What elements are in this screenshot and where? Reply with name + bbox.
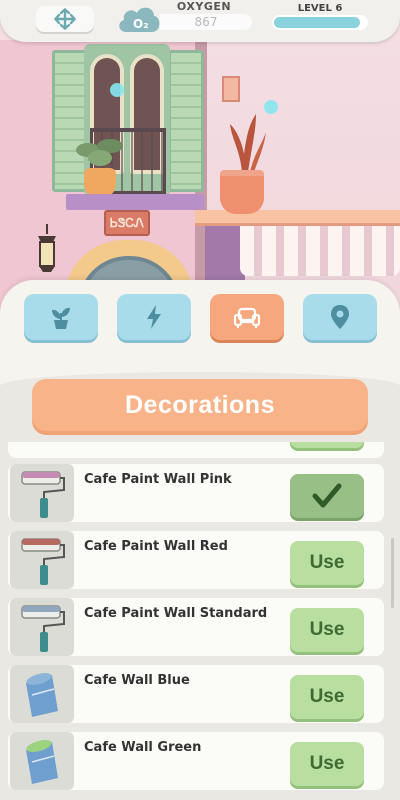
tab-locations[interactable] [303, 294, 377, 340]
item-icon-box [10, 531, 74, 589]
item-icon-box [10, 732, 74, 790]
list-item: Cafe Wall Green Use [8, 732, 384, 790]
paint-roller-standard-icon [21, 605, 65, 652]
list-item-partial [8, 442, 384, 458]
level-progress-fill [274, 17, 360, 28]
paint-roller-red-icon [21, 538, 65, 585]
selected-check-button[interactable] [290, 474, 364, 518]
item-name: Cafe Paint Wall Red [84, 539, 228, 554]
shop-sign: ᏏᏕᏟᏁ [104, 210, 150, 236]
list-item: Cafe Wall Blue Use [8, 665, 384, 723]
potted-plant-icon [52, 307, 70, 329]
decoration-list[interactable]: Cafe Paint Wall Pink Cafe Paint Wall Red… [0, 442, 400, 800]
awning-bar [195, 210, 400, 226]
item-name: Cafe Paint Wall Pink [84, 472, 232, 487]
right-plant-pot[interactable] [220, 170, 264, 214]
left-plant-decoration[interactable] [74, 132, 126, 172]
wall-lamp-icon[interactable] [34, 224, 60, 278]
map-pin-icon [331, 305, 349, 329]
use-button-label: Use [309, 686, 345, 707]
right-shutter [168, 50, 204, 192]
tab-decorations[interactable] [210, 294, 284, 340]
move-mode-button[interactable] [36, 6, 94, 32]
level-label: LEVEL 6 [297, 3, 343, 14]
paint-roller-pink-icon [21, 471, 65, 518]
striped-awning[interactable] [240, 226, 400, 276]
svg-text:O₂: O₂ [133, 17, 148, 31]
shop-panel: Decorations Cafe Paint Wall Pink Cafe Pa… [0, 280, 400, 800]
lightning-icon [147, 305, 161, 329]
oxygen-bubble-icon[interactable] [110, 83, 124, 97]
item-icon-box [10, 665, 74, 723]
category-title: Decorations [125, 390, 275, 419]
item-icon-box [10, 464, 74, 522]
item-name: Cafe Wall Blue [84, 673, 190, 688]
use-button[interactable]: Use [290, 541, 364, 585]
item-name: Cafe Wall Green [84, 740, 202, 755]
right-plant-decoration[interactable] [222, 110, 268, 172]
list-item: Cafe Paint Wall Pink [8, 464, 384, 522]
use-button-label: Use [309, 753, 345, 774]
use-button[interactable]: Use [290, 675, 364, 719]
use-button-label: Use [309, 619, 345, 640]
item-icon-box [10, 598, 74, 656]
item-name: Cafe Paint Wall Standard [84, 606, 268, 621]
use-button[interactable]: Use [290, 742, 364, 786]
list-item: Cafe Paint Wall Red Use [8, 531, 384, 589]
level-progress-bar [272, 15, 368, 30]
tab-plants[interactable] [24, 294, 98, 340]
move-arrows-icon [54, 8, 76, 30]
wall-picture-frame[interactable] [222, 76, 240, 102]
tab-energy[interactable] [117, 294, 191, 340]
balcony-ledge [66, 194, 204, 210]
paint-bucket-blue-icon [26, 673, 58, 717]
category-tabs [24, 294, 378, 340]
oxygen-value: 867 [160, 14, 252, 30]
list-item: Cafe Paint Wall Standard Use [8, 598, 384, 656]
oxygen-label: OXYGEN [176, 0, 232, 13]
oxygen-cloud-icon: O₂ [119, 7, 160, 33]
use-button[interactable]: Use [290, 608, 364, 652]
category-title-banner: Decorations [32, 379, 368, 431]
list-scrollbar[interactable] [391, 538, 394, 608]
checkmark-icon [312, 483, 342, 508]
top-hud: O₂ OXYGEN 867 LEVEL 6 [0, 0, 400, 42]
use-button-label: Use [309, 552, 345, 573]
armchair-icon [233, 307, 261, 328]
paint-bucket-green-icon [26, 740, 58, 784]
oxygen-bubble-icon[interactable] [264, 100, 278, 114]
